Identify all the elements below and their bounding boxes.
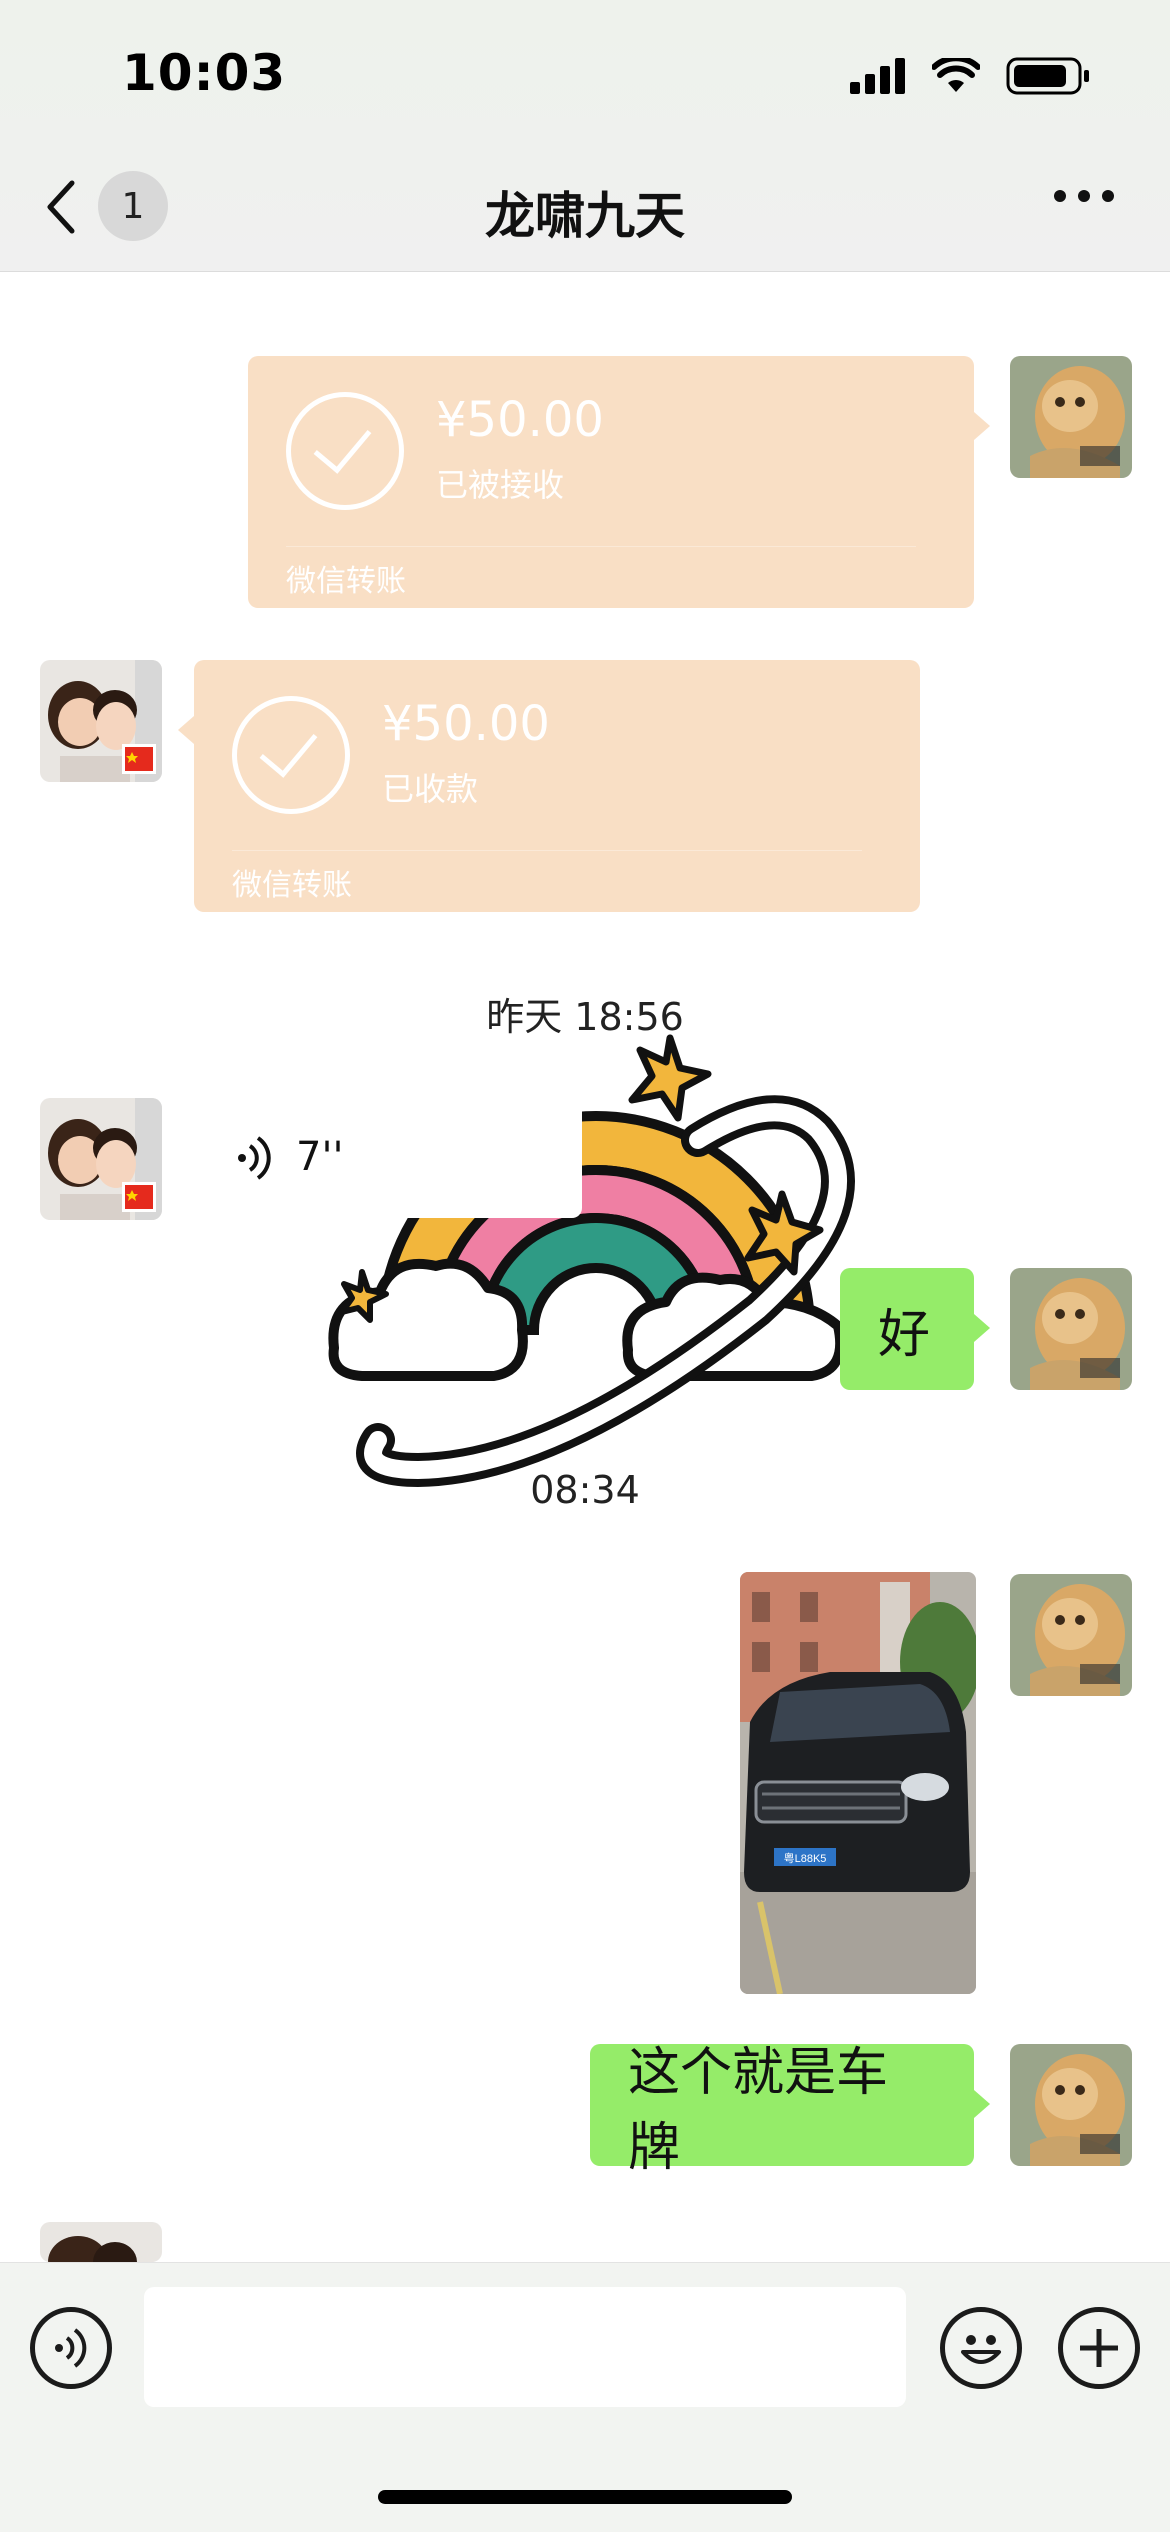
cat-avatar-image xyxy=(1010,2044,1132,2166)
chat-title: 龙啸九天 xyxy=(485,187,685,245)
cellular-signal-icon xyxy=(850,58,905,94)
contact-avatar[interactable] xyxy=(40,2222,162,2262)
voice-message-bubble[interactable]: 7'' xyxy=(200,1100,582,1218)
top-bar: 10:03 1 龙啸九天 xyxy=(0,0,1170,272)
children-avatar-image xyxy=(40,2222,162,2262)
children-avatar-image xyxy=(40,660,162,782)
my-avatar[interactable] xyxy=(1010,1574,1132,1696)
transfer-footer: 微信转账 xyxy=(232,868,352,903)
status-icons xyxy=(850,56,1090,96)
transfer-card-received[interactable]: ¥50.00 已收款 微信转账 xyxy=(178,660,920,912)
home-indicator xyxy=(378,2490,792,2504)
message-input[interactable] xyxy=(144,2287,906,2407)
transfer-footer: 微信转账 xyxy=(286,564,406,599)
message-text: 好 xyxy=(878,1304,931,1365)
plus-icon xyxy=(1080,2329,1118,2367)
cat-avatar-image xyxy=(1010,1574,1132,1696)
text-message-bubble[interactable]: 好 xyxy=(840,1268,990,1390)
emoji-button[interactable] xyxy=(940,2307,1022,2389)
cat-avatar-image xyxy=(1010,356,1132,478)
check-circle-icon xyxy=(232,696,350,814)
text-message-bubble[interactable]: 这个就是车牌 xyxy=(590,2043,990,2178)
transfer-status: 已收款 xyxy=(382,770,479,808)
voice-icon xyxy=(55,2328,87,2368)
transfer-amount: ¥50.00 xyxy=(382,696,550,752)
battery-icon xyxy=(1006,57,1089,95)
voice-duration: 7'' xyxy=(296,1134,344,1180)
contact-avatar[interactable] xyxy=(40,1098,162,1220)
more-button[interactable] xyxy=(1054,190,1114,202)
status-time: 10:03 xyxy=(122,44,287,102)
emoji-icon xyxy=(961,2335,1001,2364)
ellipsis-icon xyxy=(1054,190,1066,202)
my-avatar[interactable] xyxy=(1010,356,1132,478)
cat-avatar-image xyxy=(1010,1268,1132,1390)
plus-button[interactable] xyxy=(1058,2307,1140,2389)
photo-message[interactable]: 粤L88K5 xyxy=(740,1572,976,1994)
voice-wave-icon xyxy=(238,1136,271,1180)
divider xyxy=(232,850,862,851)
timestamp: 08:34 xyxy=(530,1468,640,1512)
transfer-status: 已被接收 xyxy=(436,466,565,504)
my-avatar[interactable] xyxy=(1010,2044,1132,2166)
divider xyxy=(286,546,916,547)
wifi-icon xyxy=(932,58,980,92)
message-text: 这个就是车牌 xyxy=(628,2043,889,2178)
my-avatar[interactable] xyxy=(1010,1268,1132,1390)
contact-avatar[interactable] xyxy=(40,660,162,782)
voice-toggle-button[interactable] xyxy=(30,2307,112,2389)
van-photo-image: 粤L88K5 xyxy=(740,1572,976,1994)
check-circle-icon xyxy=(286,392,404,510)
transfer-card-sent[interactable]: ¥50.00 已被接收 微信转账 xyxy=(248,356,990,608)
plate-text: 粤L88K5 xyxy=(784,1851,827,1865)
children-avatar-image xyxy=(40,1098,162,1220)
transfer-amount: ¥50.00 xyxy=(436,392,604,448)
